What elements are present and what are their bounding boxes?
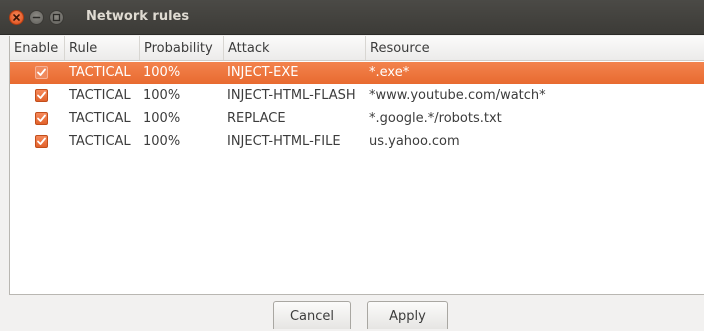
resource-cell: us.yahoo.com — [369, 134, 460, 149]
rules-table[interactable]: Enable Rule Probability Attack Resource … — [9, 36, 704, 295]
maximize-icon — [52, 13, 61, 22]
window-title: Network rules — [86, 9, 190, 24]
enable-checkbox[interactable] — [35, 112, 48, 125]
close-window-button[interactable] — [9, 10, 24, 25]
column-header-enable[interactable]: Enable — [10, 36, 65, 60]
enable-checkbox[interactable] — [35, 89, 48, 102]
rule-cell: TACTICAL — [69, 111, 131, 126]
column-header-attack[interactable]: Attack — [224, 36, 366, 60]
probability-cell: 100% — [143, 65, 181, 80]
table-row[interactable]: TACTICAL 100% INJECT-HTML-FLASH *www.you… — [10, 85, 704, 107]
table-row[interactable]: TACTICAL 100% INJECT-EXE *.exe* — [10, 62, 704, 84]
checkmark-icon — [37, 114, 46, 122]
table-row[interactable]: TACTICAL 100% REPLACE *.google.*/robots.… — [10, 108, 704, 130]
network-rules-window: Network rules Enable Rule Probability At… — [0, 0, 704, 329]
table-header: Enable Rule Probability Attack Resource — [10, 36, 704, 61]
rule-cell: TACTICAL — [69, 88, 131, 103]
title-bar[interactable]: Network rules — [0, 0, 704, 35]
checkmark-icon — [37, 68, 46, 76]
attack-cell: INJECT-HTML-FLASH — [227, 88, 356, 103]
maximize-window-button[interactable] — [49, 10, 64, 25]
minimize-window-button[interactable] — [29, 10, 44, 25]
attack-cell: REPLACE — [227, 111, 286, 126]
column-header-resource[interactable]: Resource — [366, 36, 704, 60]
cancel-button[interactable]: Cancel — [273, 301, 351, 329]
rule-cell: TACTICAL — [69, 65, 131, 80]
column-header-probability[interactable]: Probability — [140, 36, 224, 60]
enable-checkbox[interactable] — [35, 135, 48, 148]
resource-cell: *.google.*/robots.txt — [369, 111, 502, 126]
resource-cell: *.exe* — [369, 65, 410, 80]
column-header-rule[interactable]: Rule — [65, 36, 140, 60]
minimize-icon — [32, 16, 41, 19]
checkmark-icon — [37, 137, 46, 145]
probability-cell: 100% — [143, 111, 181, 126]
probability-cell: 100% — [143, 88, 181, 103]
probability-cell: 100% — [143, 134, 181, 149]
attack-cell: INJECT-HTML-FILE — [227, 134, 341, 149]
apply-button[interactable]: Apply — [367, 301, 448, 329]
close-icon — [13, 14, 20, 21]
enable-checkbox[interactable] — [35, 66, 48, 79]
resource-cell: *www.youtube.com/watch* — [369, 88, 546, 103]
rule-cell: TACTICAL — [69, 134, 131, 149]
attack-cell: INJECT-EXE — [227, 65, 299, 80]
checkmark-icon — [37, 91, 46, 99]
table-row[interactable]: TACTICAL 100% INJECT-HTML-FILE us.yahoo.… — [10, 131, 704, 153]
